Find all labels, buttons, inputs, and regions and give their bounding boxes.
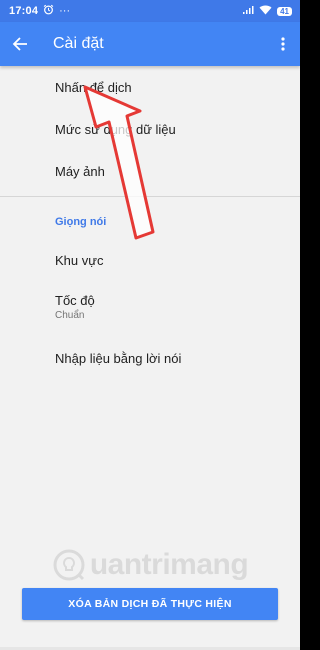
page-title: Cài đặt: [53, 35, 104, 52]
setting-voice-input[interactable]: Nhập liệu bằng lời nói: [0, 335, 300, 381]
setting-label: Nhấn để dịch: [55, 79, 132, 95]
watermark-text: uantrimang: [89, 548, 249, 581]
more-vert-icon: [281, 37, 285, 51]
setting-summary: Chuẩn: [55, 310, 85, 321]
notification-dots-icon: ···: [59, 5, 71, 17]
battery-indicator: 41: [277, 6, 292, 16]
setting-label: Máy ảnh: [55, 163, 105, 179]
clear-translation-history-button[interactable]: XÓA BẢN DỊCH ĐÃ THỰC HIỆN: [22, 588, 278, 620]
watermark: uantrimang: [0, 548, 300, 582]
back-button[interactable]: [0, 22, 40, 66]
section-divider: [0, 196, 300, 197]
alarm-icon: [43, 4, 54, 18]
app-bar: Cài đặt: [0, 22, 300, 66]
setting-camera[interactable]: Máy ảnh: [0, 150, 300, 192]
setting-label: Khu vực: [55, 252, 104, 268]
section-header-voice: Giọng nói: [55, 216, 107, 228]
setting-region[interactable]: Khu vực: [0, 241, 300, 279]
more-options-button[interactable]: [266, 22, 300, 66]
status-bar: 17:04 ··· 41: [0, 0, 300, 22]
setting-data-usage[interactable]: Mức sử dụng dữ liệu: [0, 108, 300, 150]
settings-list: Nhấn để dịch Mức sử dụng dữ liệu Máy ảnh…: [0, 66, 300, 381]
setting-label: Nhập liệu bằng lời nói: [55, 350, 182, 366]
setting-label: Tốc độ: [55, 293, 95, 308]
arrow-left-icon: [12, 37, 27, 51]
wifi-icon: [259, 5, 272, 18]
settings-screen: 17:04 ··· 41 Cài đặt Nhấn để dịch Mức sử…: [0, 0, 300, 650]
signal-icon: [242, 5, 254, 18]
setting-tap-to-translate[interactable]: Nhấn để dịch: [0, 66, 300, 108]
setting-label: Mức sử dụng dữ liệu: [55, 121, 176, 137]
status-time: 17:04: [9, 5, 39, 17]
setting-speed[interactable]: Tốc độ Chuẩn: [0, 279, 300, 335]
lightbulb-icon: [53, 549, 85, 581]
